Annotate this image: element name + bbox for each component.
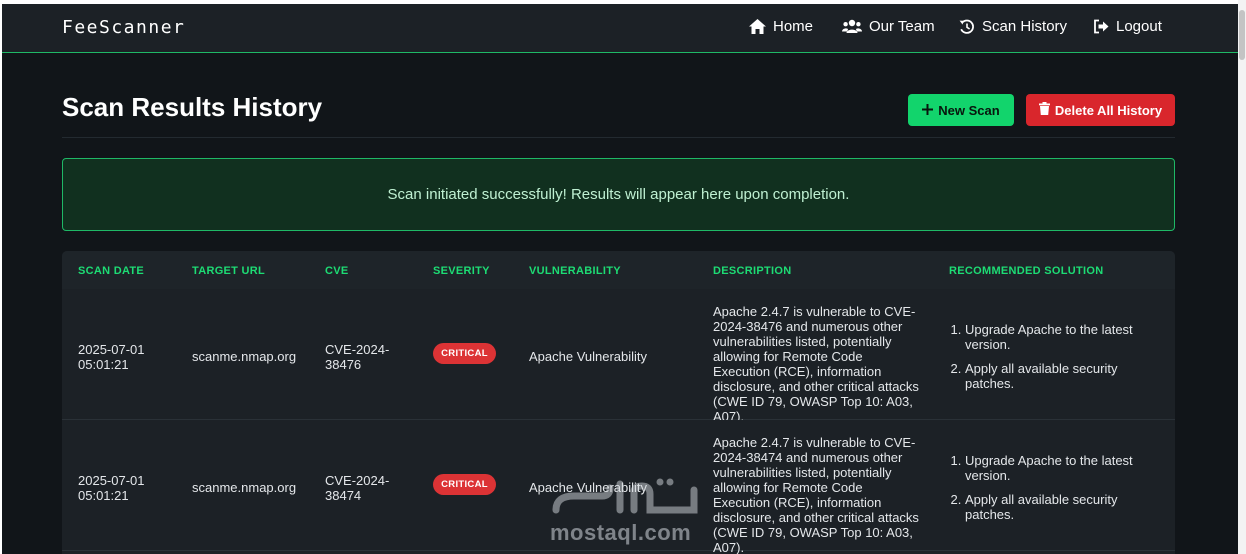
cve-id-part1: CVE-2024- xyxy=(325,473,390,488)
success-alert: Scan initiated successfully! Results wil… xyxy=(62,158,1175,231)
trash-icon xyxy=(1038,102,1050,118)
table-row[interactable]: 2025-07-01 05:01:21 scanme.nmap.org CVE-… xyxy=(62,289,1175,424)
scan-date: 2025-07-01 xyxy=(78,473,145,488)
recommended-solution-list: Upgrade Apache to the latest version. Ap… xyxy=(949,453,1150,531)
solution-item: Upgrade Apache to the latest version. xyxy=(965,453,1150,483)
history-icon xyxy=(959,19,975,35)
page-scrollbar[interactable] xyxy=(1238,0,1246,554)
column-header-scan-date: SCAN DATE xyxy=(78,265,145,277)
scan-date-cell: 2025-07-01 05:01:21 xyxy=(78,473,145,503)
solution-item: Upgrade Apache to the latest version. xyxy=(965,322,1150,352)
users-icon xyxy=(842,19,862,34)
column-header-description: DESCRIPTION xyxy=(713,265,792,277)
logout-icon xyxy=(1093,19,1109,34)
page-title: Scan Results History xyxy=(62,92,323,122)
table-header: SCAN DATE TARGET URL CVE SEVERITY VULNER… xyxy=(62,251,1175,290)
scan-time: 05:01:21 xyxy=(78,357,129,372)
nav-our-team-link[interactable]: Our Team xyxy=(842,18,935,35)
alert-message: Scan initiated successfully! Results wil… xyxy=(387,186,850,203)
scrollbar-thumb[interactable] xyxy=(1239,10,1245,60)
nav-logout-link[interactable]: Logout xyxy=(1093,18,1162,35)
new-scan-button[interactable]: New Scan xyxy=(908,94,1014,126)
description-cell: Apache 2.4.7 is vulnerable to CVE-2024-3… xyxy=(713,435,919,554)
column-header-severity: SEVERITY xyxy=(433,265,490,277)
delete-all-history-label: Delete All History xyxy=(1054,102,1163,118)
target-url-cell: scanme.nmap.org xyxy=(192,480,297,495)
cve-id-part1: CVE-2024- xyxy=(325,342,390,357)
cve-cell: CVE-2024- 38476 xyxy=(325,342,389,372)
watermark-text: mostaql.com xyxy=(550,520,692,545)
cve-cell: CVE-2024- 38474 xyxy=(325,473,389,503)
description-cell: Apache 2.4.7 is vulnerable to CVE-2024-3… xyxy=(713,304,919,424)
recommended-solution-list: Upgrade Apache to the latest version. Ap… xyxy=(949,322,1150,400)
severity-badge: CRITICAL xyxy=(433,474,496,495)
watermark: mostaql.com xyxy=(550,474,700,546)
brand-logo[interactable]: FeeScanner xyxy=(62,17,185,38)
watermark-logo-icon xyxy=(552,478,698,514)
navbar: FeeScanner Home Our Team Scan History Lo… xyxy=(2,4,1238,53)
vulnerability-cell: Apache Vulnerability xyxy=(529,349,648,364)
cve-id-part2: 38476 xyxy=(325,357,362,372)
column-header-target-url: TARGET URL xyxy=(192,265,266,277)
nav-home-label: Home xyxy=(773,18,814,35)
cve-id-part2: 38474 xyxy=(325,488,362,503)
delete-all-history-button[interactable]: Delete All History xyxy=(1026,94,1175,126)
home-icon xyxy=(749,19,766,34)
column-header-recommended-solution: RECOMMENDED SOLUTION xyxy=(949,265,1104,277)
target-url-cell: scanme.nmap.org xyxy=(192,349,297,364)
header-divider xyxy=(62,137,1175,138)
plus-icon xyxy=(922,103,934,118)
solution-item: Apply all available security patches. xyxy=(965,492,1150,522)
nav-logout-label: Logout xyxy=(1116,18,1162,35)
app-window: FeeScanner Home Our Team Scan History Lo… xyxy=(2,4,1238,554)
nav-scan-history-label: Scan History xyxy=(982,18,1068,35)
column-header-cve: CVE xyxy=(325,265,349,277)
nav-scan-history-link[interactable]: Scan History xyxy=(959,18,1067,35)
scan-time: 05:01:21 xyxy=(78,488,129,503)
scan-date-cell: 2025-07-01 05:01:21 xyxy=(78,342,145,372)
severity-badge: CRITICAL xyxy=(433,343,496,364)
scan-date: 2025-07-01 xyxy=(78,342,145,357)
column-header-vulnerability: VULNERABILITY xyxy=(529,265,621,277)
solution-item: Apply all available security patches. xyxy=(965,361,1150,391)
nav-home-link[interactable]: Home xyxy=(749,18,813,35)
nav-our-team-label: Our Team xyxy=(869,18,935,35)
new-scan-label: New Scan xyxy=(938,102,1000,118)
